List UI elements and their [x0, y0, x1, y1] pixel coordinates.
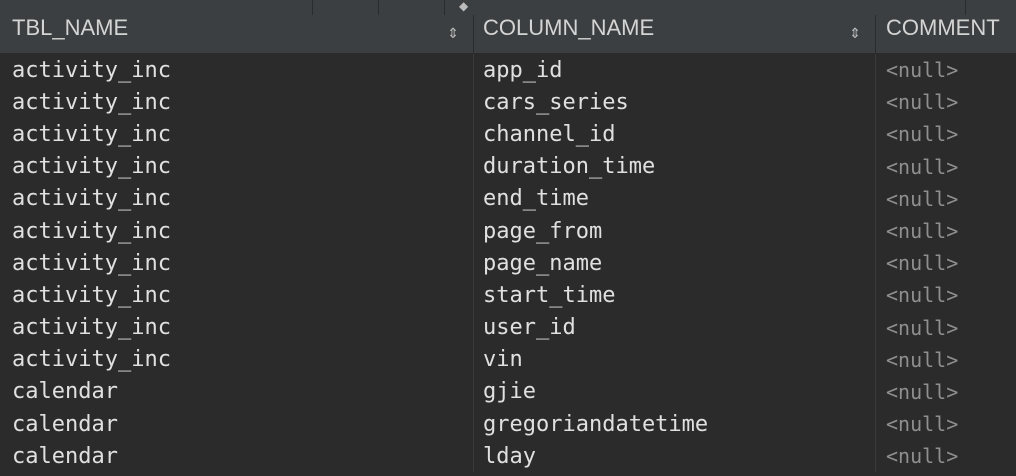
column-header-column-name[interactable]: COLUMN_NAME ⇕	[474, 15, 876, 53]
table-row[interactable]: activity_inc page_name <null>	[0, 247, 1016, 280]
column-header-label: TBL_NAME	[12, 15, 129, 40]
sort-icon[interactable]: ⇕	[447, 15, 459, 53]
cell-tbl-name[interactable]: activity_inc	[0, 343, 474, 376]
cell-comment[interactable]: <null>	[876, 151, 1016, 183]
cell-tbl-name[interactable]: activity_inc	[0, 86, 474, 119]
table-body: activity_inc app_id <null> activity_inc …	[0, 54, 1016, 473]
cell-column-name[interactable]: channel_id	[474, 118, 876, 151]
table-row[interactable]: activity_inc channel_id <null>	[0, 118, 1016, 151]
toolbar-strip: ◆	[0, 0, 1016, 15]
sort-icon[interactable]: ⇕	[849, 15, 861, 53]
cell-comment[interactable]: <null>	[876, 86, 1016, 118]
cell-tbl-name[interactable]: calendar	[0, 375, 474, 409]
toolbar-marker-icon: ◆	[459, 0, 469, 13]
cell-comment[interactable]: <null>	[876, 279, 1016, 311]
toolbar-divider	[312, 0, 313, 15]
cell-column-name[interactable]: lday	[474, 440, 876, 473]
toolbar-divider	[444, 0, 445, 15]
cell-column-name[interactable]: vin	[474, 343, 876, 376]
toolbar-divider	[378, 0, 379, 15]
cell-comment[interactable]: <null>	[876, 312, 1016, 344]
cell-tbl-name[interactable]: activity_inc	[0, 118, 474, 151]
cell-column-name[interactable]: page_name	[474, 247, 876, 280]
cell-tbl-name[interactable]: activity_inc	[0, 247, 474, 280]
table-header: TBL_NAME ⇕ COLUMN_NAME ⇕ COMMENT	[0, 15, 1016, 54]
cell-comment[interactable]: <null>	[876, 54, 1016, 86]
table-row[interactable]: activity_inc user_id <null>	[0, 311, 1016, 344]
column-header-label: COMMENT	[886, 15, 1000, 40]
cell-comment[interactable]: <null>	[876, 215, 1016, 247]
cell-column-name[interactable]: duration_time	[474, 150, 876, 183]
cell-comment[interactable]: <null>	[876, 247, 1016, 279]
cell-comment[interactable]: <null>	[876, 408, 1016, 440]
cell-column-name[interactable]: cars_series	[474, 86, 876, 119]
cell-column-name[interactable]: start_time	[474, 279, 876, 312]
cell-comment[interactable]: <null>	[876, 440, 1016, 472]
table-row[interactable]: activity_inc start_time <null>	[0, 279, 1016, 312]
column-header-comment[interactable]: COMMENT	[876, 15, 1016, 53]
table-row[interactable]: activity_inc page_from <null>	[0, 214, 1016, 248]
cell-tbl-name[interactable]: calendar	[0, 440, 474, 473]
table-row[interactable]: activity_inc vin <null>	[0, 343, 1016, 376]
column-header-label: COLUMN_NAME	[483, 15, 655, 40]
toolbar-divider	[965, 0, 966, 15]
cell-column-name[interactable]: end_time	[474, 182, 876, 215]
table-row[interactable]: activity_inc end_time <null>	[0, 182, 1016, 215]
cell-tbl-name[interactable]: activity_inc	[0, 311, 474, 344]
cell-column-name[interactable]: gjie	[474, 375, 876, 409]
table-row[interactable]: calendar gjie <null>	[0, 375, 1016, 409]
cell-column-name[interactable]: gregoriandatetime	[474, 408, 876, 441]
column-header-tbl-name[interactable]: TBL_NAME ⇕	[0, 15, 474, 53]
cell-tbl-name[interactable]: activity_inc	[0, 279, 474, 312]
table-row[interactable]: calendar gregoriandatetime <null>	[0, 408, 1016, 441]
cell-column-name[interactable]: app_id	[474, 54, 876, 87]
cell-comment[interactable]: <null>	[876, 118, 1016, 150]
cell-tbl-name[interactable]: activity_inc	[0, 214, 474, 248]
cell-column-name[interactable]: page_from	[474, 214, 876, 248]
table-row[interactable]: activity_inc cars_series <null>	[0, 86, 1016, 119]
table-row[interactable]: activity_inc app_id <null>	[0, 54, 1016, 87]
cell-tbl-name[interactable]: activity_inc	[0, 182, 474, 215]
table-row[interactable]: activity_inc duration_time <null>	[0, 150, 1016, 183]
cell-tbl-name[interactable]: activity_inc	[0, 54, 474, 87]
cell-comment[interactable]: <null>	[876, 183, 1016, 215]
cell-comment[interactable]: <null>	[876, 344, 1016, 376]
table-row[interactable]: calendar lday <null>	[0, 440, 1016, 473]
cell-comment[interactable]: <null>	[876, 376, 1016, 408]
cell-tbl-name[interactable]: activity_inc	[0, 150, 474, 183]
result-grid: ◆ TBL_NAME ⇕ COLUMN_NAME ⇕ COMMENT activ…	[0, 0, 1016, 476]
cell-tbl-name[interactable]: calendar	[0, 408, 474, 441]
cell-column-name[interactable]: user_id	[474, 311, 876, 344]
